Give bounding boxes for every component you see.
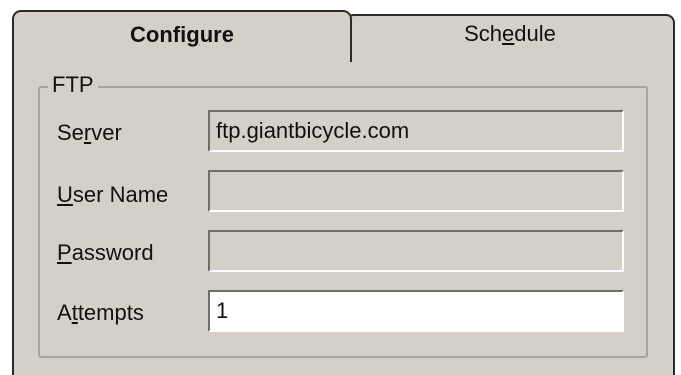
ftp-group-label: FTP bbox=[48, 72, 98, 98]
tab-schedule-label: Schedule bbox=[464, 21, 556, 46]
tab-configure[interactable]: Configure bbox=[12, 10, 352, 62]
password-label: Password bbox=[57, 240, 154, 265]
attempts-label: Attempts bbox=[57, 300, 144, 325]
attempts-field[interactable]: 1 bbox=[208, 290, 624, 332]
ftp-settings-dialog: Configure Schedule FTP Server ftp.giantb… bbox=[0, 0, 681, 375]
tab-schedule[interactable]: Schedule bbox=[345, 14, 675, 50]
server-label: Server bbox=[57, 120, 122, 145]
tab-configure-label: Configure bbox=[130, 22, 234, 47]
server-field[interactable]: ftp.giantbicycle.com bbox=[208, 110, 624, 152]
user-name-label: User Name bbox=[57, 182, 169, 207]
password-field[interactable] bbox=[208, 230, 624, 272]
user-name-field[interactable] bbox=[208, 170, 624, 212]
